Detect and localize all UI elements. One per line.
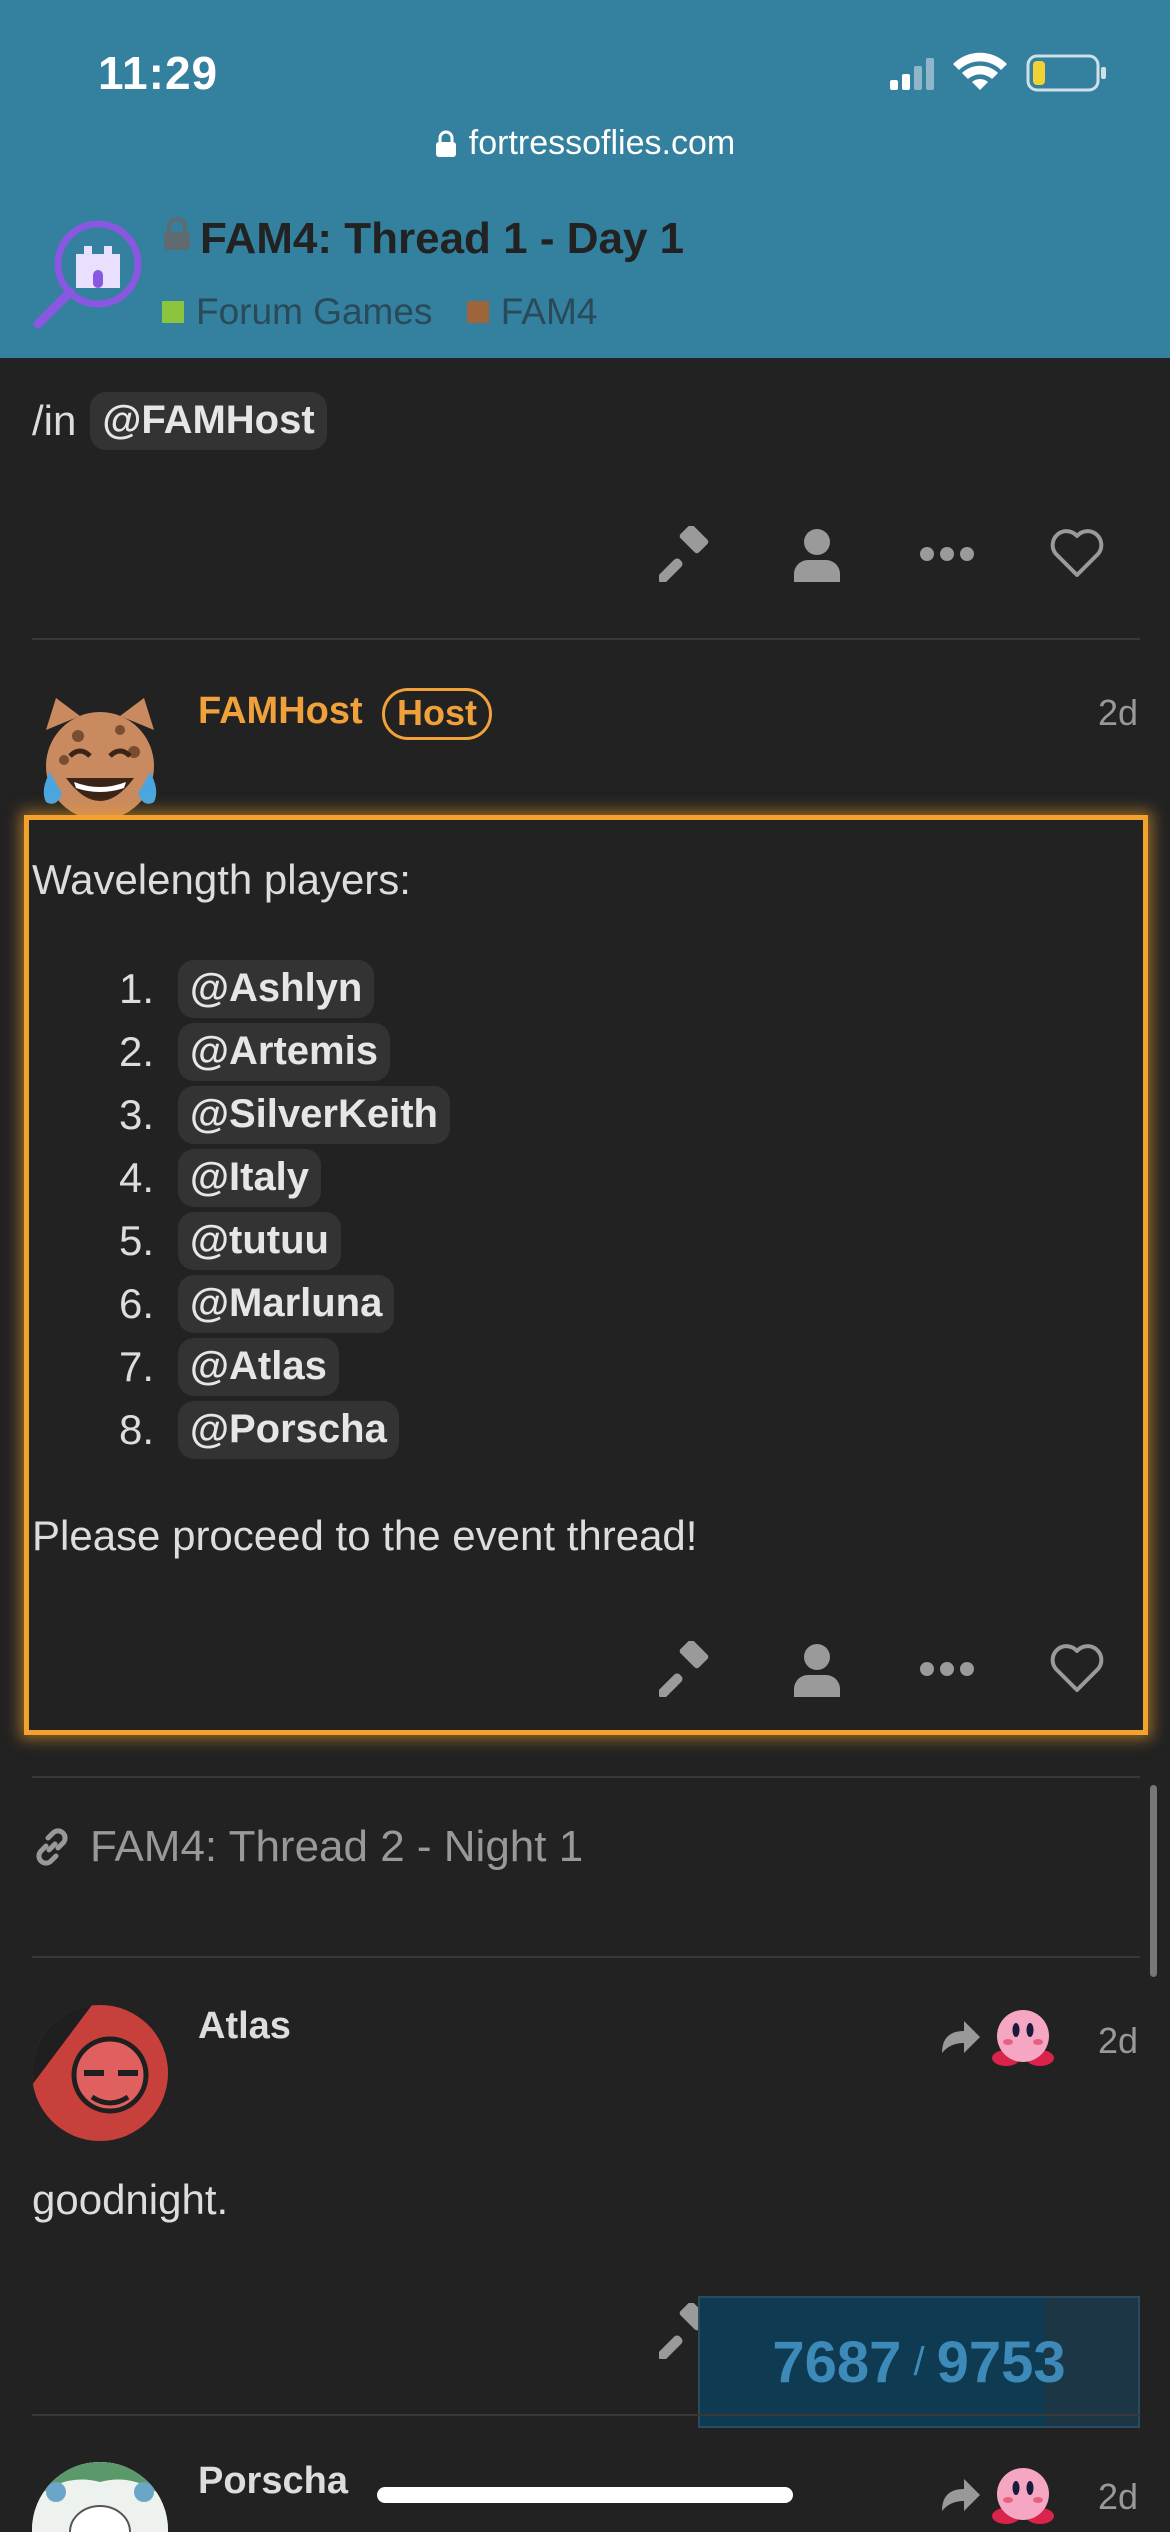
post-actions bbox=[622, 1634, 1142, 1704]
category-color-swatch bbox=[466, 301, 489, 323]
post-age[interactable]: 2d bbox=[1098, 2476, 1138, 2518]
list-number: 7. bbox=[118, 1342, 154, 1390]
progress-total: 9753 bbox=[936, 2329, 1066, 2395]
scrollbar[interactable] bbox=[1150, 1785, 1157, 1977]
wifi-icon bbox=[953, 52, 1007, 90]
lock-icon bbox=[435, 128, 457, 167]
previous-post-body: /in @FAMHost bbox=[32, 392, 327, 450]
moderate-button[interactable] bbox=[622, 519, 752, 589]
list-number: 4. bbox=[118, 1153, 154, 1201]
moderate-button[interactable] bbox=[622, 1634, 752, 1704]
progress-separator: / bbox=[913, 2339, 925, 2384]
post-actions bbox=[622, 519, 1142, 589]
topic-progress-indicator[interactable]: 7687 / 9753 bbox=[698, 2296, 1140, 2428]
user-mention[interactable]: @FAMHost bbox=[90, 392, 327, 450]
list-number: 5. bbox=[118, 1216, 154, 1264]
list-number: 1. bbox=[118, 964, 154, 1012]
list-number: 6. bbox=[118, 1279, 154, 1327]
list-item: 5. @tutuu bbox=[88, 1209, 450, 1272]
user-card-button[interactable] bbox=[752, 519, 882, 589]
reply-arrow-icon bbox=[942, 2021, 980, 2053]
atlas-avatar[interactable] bbox=[32, 2005, 168, 2141]
post-divider bbox=[32, 1956, 1140, 1958]
post-username[interactable]: Porscha bbox=[198, 2460, 348, 2503]
category-forum-games[interactable]: Forum Games bbox=[162, 291, 432, 333]
like-button[interactable] bbox=[1012, 1634, 1142, 1704]
more-button[interactable] bbox=[882, 519, 1012, 589]
reply-arrow-icon bbox=[942, 2479, 980, 2511]
home-indicator[interactable] bbox=[377, 2487, 793, 2503]
category-label: FAM4 bbox=[500, 291, 598, 332]
famhost-avatar[interactable] bbox=[32, 690, 168, 826]
lock-icon bbox=[162, 212, 192, 262]
post-closing-text: Please proceed to the event thread! bbox=[32, 1512, 698, 1559]
list-item: 6. @Marluna bbox=[88, 1272, 450, 1335]
user-mention[interactable]: @Marluna bbox=[178, 1274, 395, 1333]
ellipsis-icon bbox=[920, 547, 974, 561]
site-logo[interactable] bbox=[32, 218, 144, 335]
post-text: goodnight. bbox=[32, 2176, 229, 2223]
topic-title[interactable]: FAM4: Thread 1 - Day 1 bbox=[162, 212, 684, 264]
user-mention[interactable]: @Artemis bbox=[178, 1022, 390, 1081]
cellular-signal-icon bbox=[890, 58, 934, 90]
reply-to-indicator[interactable] bbox=[938, 2464, 1056, 2526]
address-bar[interactable]: fortressoflies.com bbox=[0, 124, 1170, 167]
post-age[interactable]: 2d bbox=[1098, 692, 1138, 734]
link-icon bbox=[36, 1828, 68, 1866]
battery-icon bbox=[1026, 54, 1106, 92]
category-label: Forum Games bbox=[196, 291, 433, 332]
post-divider bbox=[32, 2414, 1140, 2416]
post-text: /in bbox=[32, 397, 77, 444]
linked-topic[interactable]: FAM4: Thread 2 - Night 1 bbox=[32, 1822, 583, 1872]
linked-topic-title: FAM4: Thread 2 - Night 1 bbox=[90, 1822, 584, 1871]
list-item: 7. @Atlas bbox=[88, 1335, 450, 1398]
status-time: 11:29 bbox=[98, 47, 219, 99]
heart-icon bbox=[1050, 529, 1104, 577]
user-icon bbox=[794, 1644, 840, 1697]
list-number: 3. bbox=[118, 1090, 154, 1138]
kirby-avatar-icon bbox=[992, 2010, 1054, 2066]
post-age[interactable]: 2d bbox=[1098, 2020, 1138, 2062]
post-divider bbox=[32, 638, 1140, 640]
heart-icon bbox=[1050, 1644, 1104, 1692]
like-button[interactable] bbox=[1012, 519, 1142, 589]
category-fam4[interactable]: FAM4 bbox=[466, 291, 598, 333]
list-item: 4. @Italy bbox=[88, 1146, 450, 1209]
post-username[interactable]: Atlas bbox=[198, 2005, 291, 2048]
reply-to-indicator[interactable] bbox=[938, 2006, 1056, 2068]
user-mention[interactable]: @SilverKeith bbox=[178, 1085, 450, 1144]
user-mention[interactable]: @tutuu bbox=[178, 1211, 341, 1270]
site-header: 11:29 fortressoflies.com FAM4: Thread 1 … bbox=[0, 0, 1170, 358]
ellipsis-icon bbox=[920, 1662, 974, 1676]
progress-text: 7687 / 9753 bbox=[700, 2298, 1138, 2426]
host-badge: Host bbox=[382, 688, 492, 740]
progress-current: 7687 bbox=[772, 2329, 902, 2395]
topic-title-text: FAM4: Thread 1 - Day 1 bbox=[200, 214, 685, 263]
category-color-swatch bbox=[162, 301, 184, 323]
user-mention[interactable]: @Italy bbox=[178, 1148, 322, 1207]
gavel-icon bbox=[659, 526, 709, 582]
kirby-avatar-icon bbox=[992, 2468, 1054, 2524]
list-item: 3. @SilverKeith bbox=[88, 1083, 450, 1146]
porscha-avatar[interactable] bbox=[32, 2462, 168, 2532]
post-intro-text: Wavelength players: bbox=[32, 856, 411, 903]
user-icon bbox=[794, 529, 840, 582]
status-icons bbox=[890, 52, 1110, 92]
category-breadcrumb: Forum Games FAM4 bbox=[162, 290, 621, 333]
gavel-icon bbox=[659, 1641, 709, 1697]
post-username[interactable]: FAMHost bbox=[198, 690, 363, 733]
list-item: 2. @Artemis bbox=[88, 1020, 450, 1083]
list-item: 1. @Ashlyn bbox=[88, 957, 450, 1020]
list-item: 8. @Porscha bbox=[88, 1398, 450, 1461]
list-number: 2. bbox=[118, 1027, 154, 1075]
post-divider bbox=[32, 1776, 1140, 1778]
url-text: fortressoflies.com bbox=[468, 124, 736, 162]
user-mention[interactable]: @Atlas bbox=[178, 1337, 339, 1396]
more-button[interactable] bbox=[882, 1634, 1012, 1704]
user-mention[interactable]: @Ashlyn bbox=[178, 959, 375, 1018]
list-number: 8. bbox=[118, 1405, 154, 1453]
user-card-button[interactable] bbox=[752, 1634, 882, 1704]
user-mention[interactable]: @Porscha bbox=[178, 1400, 399, 1459]
players-list: 1. @Ashlyn 2. @Artemis 3. @SilverKeith 4. @I… bbox=[88, 957, 450, 1461]
